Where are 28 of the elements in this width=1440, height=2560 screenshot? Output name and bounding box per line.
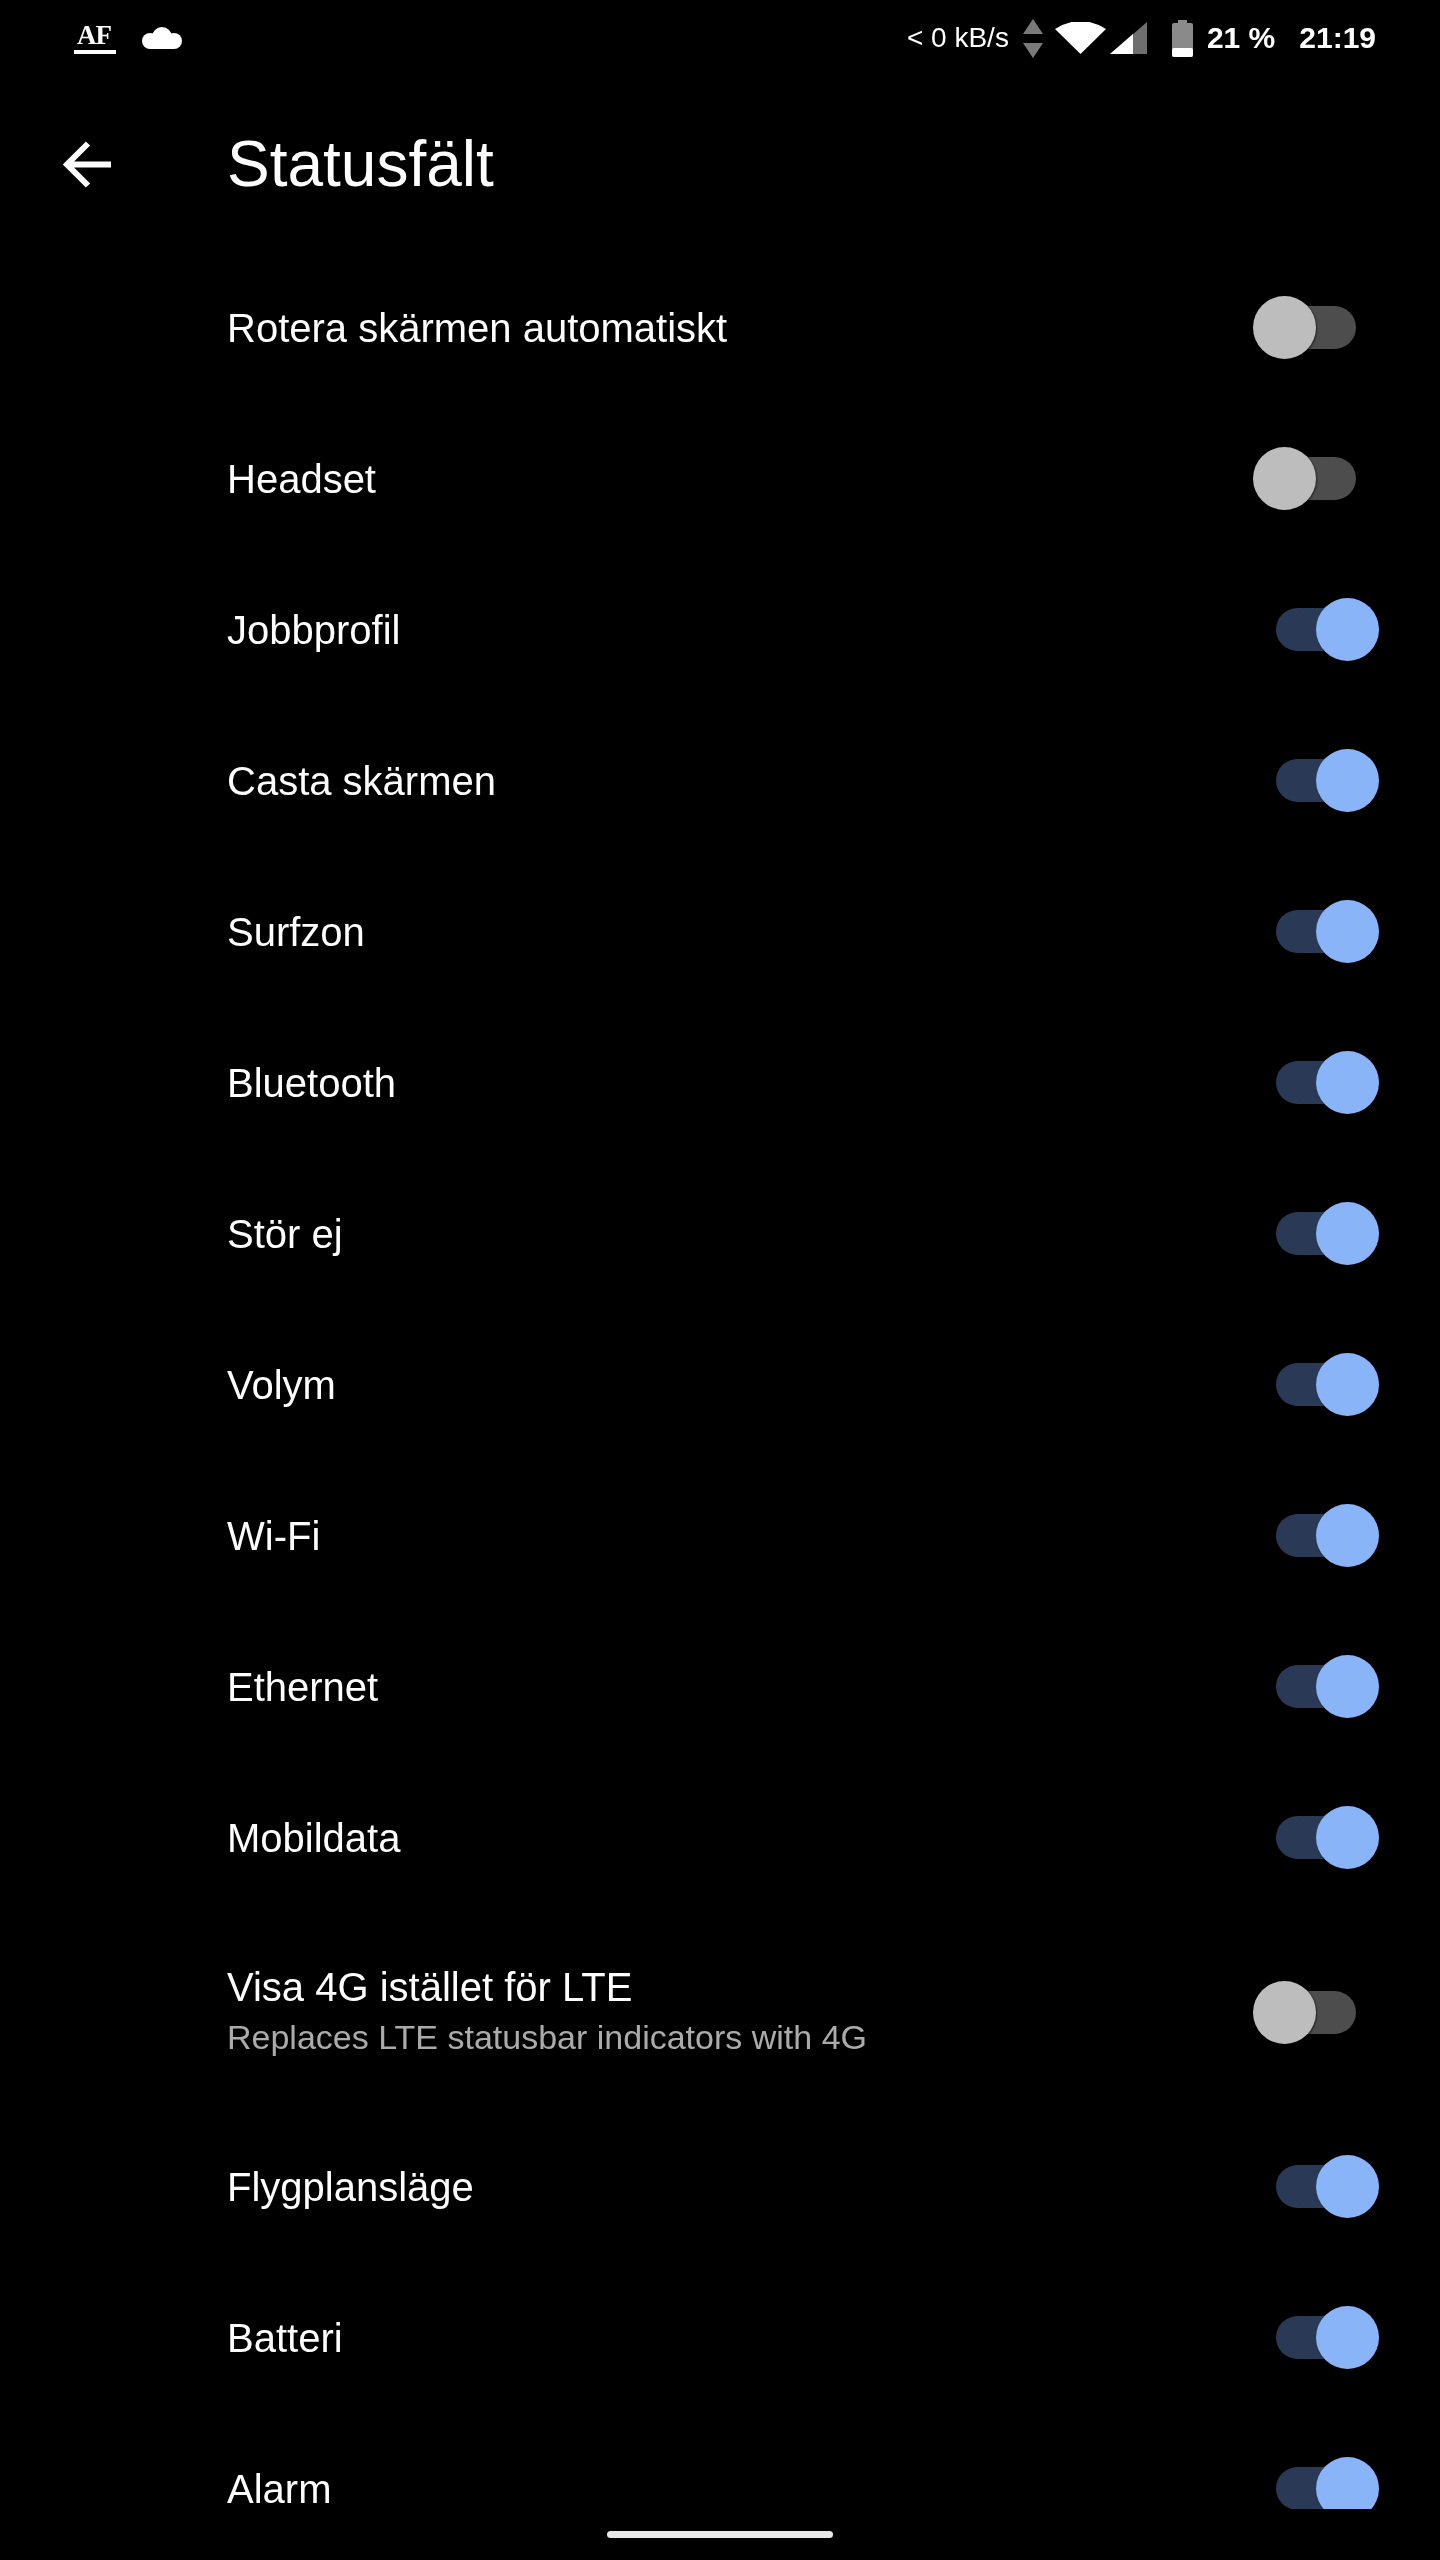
- page-title: Statusfält: [227, 127, 494, 202]
- battery-percentage: 21 %: [1206, 21, 1276, 55]
- gesture-handle[interactable]: [607, 2531, 833, 2538]
- setting-label: Alarm: [227, 2465, 332, 2509]
- setting-label: Surfzon: [227, 908, 365, 956]
- setting-summary: Replaces LTE statusbar indicators with 4G: [227, 2017, 867, 2058]
- setting-label: Mobildata: [227, 1814, 401, 1862]
- battery-icon: [1171, 19, 1193, 57]
- setting-label: Stör ej: [227, 1210, 343, 1258]
- app-notification-badge: AF: [74, 22, 116, 54]
- wifi-icon: [1054, 22, 1106, 54]
- setting-label: Visa 4G istället för LTE: [227, 1964, 633, 2011]
- setting-label: Volym: [227, 1361, 336, 1409]
- setting-label: Batteri: [227, 2314, 343, 2362]
- setting-label: Bluetooth: [227, 1059, 397, 1107]
- setting-label: Wi-Fi: [227, 1512, 321, 1560]
- setting-label: Ethernet: [227, 1663, 379, 1711]
- setting-label: Casta skärmen: [227, 757, 496, 805]
- setting-label: Headset: [227, 455, 376, 503]
- setting-label: Jobbprofil: [227, 606, 401, 654]
- data-activity-icon: [1022, 18, 1043, 58]
- network-speed: < 0 kB/s: [906, 22, 1009, 54]
- setting-label: Rotera skärmen automatiskt: [227, 304, 728, 352]
- cloud-icon: [140, 27, 184, 49]
- signal-icon: [1109, 22, 1147, 54]
- clock: 21:19: [1299, 21, 1376, 55]
- setting-label: Flygplansläge: [227, 2163, 474, 2211]
- back-arrow-icon[interactable]: [62, 139, 114, 189]
